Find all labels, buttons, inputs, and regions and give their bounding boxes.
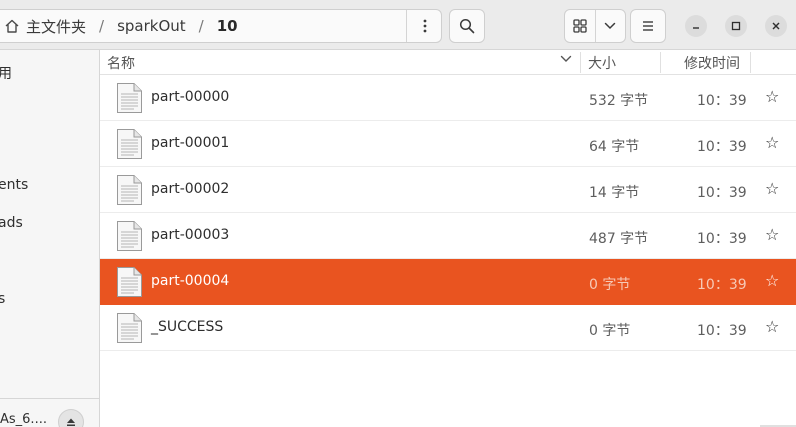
column-divider (660, 52, 661, 73)
minimize-button[interactable] (685, 15, 707, 37)
file-size: 64 字节 (589, 139, 640, 155)
view-toggle-group (564, 9, 626, 43)
breadcrumb-separator: / (198, 17, 204, 35)
text-file-icon (117, 175, 142, 205)
breadcrumb-item-sparkout[interactable]: sparkOut (117, 17, 186, 35)
sidebar-item-documents[interactable]: ents (0, 177, 28, 193)
home-icon (5, 19, 19, 33)
file-name: part-00004 (151, 273, 230, 289)
file-modified: 10：39 (697, 323, 747, 339)
view-options-button[interactable] (594, 10, 625, 42)
file-row[interactable]: part-00003 487 字节 10：39 ☆ (100, 213, 796, 259)
sidebar-item-downloads[interactable]: ads (0, 215, 23, 231)
header-bar: 主文件夹 / sparkOut / 10 (0, 0, 796, 50)
file-size: 0 字节 (589, 277, 631, 293)
star-icon[interactable]: ☆ (765, 317, 779, 336)
column-name[interactable]: 名称 (107, 53, 135, 73)
breadcrumb: 主文件夹 / sparkOut / 10 (0, 10, 406, 42)
grid-view-icon (573, 19, 587, 33)
file-name: part-00002 (151, 181, 230, 197)
close-button[interactable] (765, 15, 787, 37)
file-row[interactable]: part-00000 532 字节 10：39 ☆ (100, 75, 796, 121)
search-button[interactable] (449, 9, 485, 43)
breadcrumb-separator: / (99, 17, 105, 35)
column-modified[interactable]: 修改时间 (684, 53, 740, 73)
search-icon (459, 18, 475, 34)
path-menu-button[interactable] (406, 10, 442, 42)
breadcrumb-home[interactable]: 主文件夹 (0, 16, 86, 37)
text-file-icon (117, 313, 142, 343)
text-file-icon (117, 129, 142, 159)
file-row[interactable]: part-00001 64 字节 10：39 ☆ (100, 121, 796, 167)
file-size: 487 字节 (589, 231, 649, 247)
column-size[interactable]: 大小 (588, 53, 616, 73)
star-icon[interactable]: ☆ (765, 271, 779, 290)
file-name: part-00003 (151, 227, 230, 243)
star-icon[interactable]: ☆ (765, 133, 779, 152)
path-bar: 主文件夹 / sparkOut / 10 (0, 9, 442, 43)
star-icon[interactable]: ☆ (765, 87, 779, 106)
hamburger-menu-icon (643, 21, 653, 31)
breadcrumb-home-label: 主文件夹 (26, 17, 87, 36)
eject-button[interactable] (58, 409, 84, 427)
eject-icon (67, 418, 75, 426)
text-file-icon (117, 221, 142, 251)
column-divider (580, 52, 581, 73)
text-file-icon (117, 267, 142, 297)
column-divider (750, 52, 751, 73)
file-name: part-00001 (151, 135, 230, 151)
chevron-down-icon (605, 22, 616, 30)
sidebar-item-videos[interactable]: s (0, 291, 5, 307)
file-row[interactable]: _SUCCESS 0 字节 10：39 ☆ (100, 305, 796, 351)
star-icon[interactable]: ☆ (765, 225, 779, 244)
minimize-icon (693, 27, 699, 29)
file-row[interactable]: part-00002 14 字节 10：39 ☆ (100, 167, 796, 213)
file-modified: 10：39 (697, 185, 747, 201)
file-name: _SUCCESS (151, 319, 224, 335)
file-size: 14 字节 (589, 185, 640, 201)
grid-view-button[interactable] (565, 10, 595, 42)
file-list: part-00000 532 字节 10：39 ☆ part-00001 64 … (100, 75, 796, 427)
file-size: 0 字节 (589, 323, 631, 339)
column-header: 名称 大小 修改时间 (100, 50, 796, 75)
kebab-menu-icon (423, 19, 426, 33)
sidebar: 用 ents ads s As_6.... (0, 50, 100, 427)
close-icon (772, 22, 780, 30)
sidebar-device: As_6.... (0, 398, 99, 427)
file-row-selected[interactable]: part-00004 0 字节 10：39 ☆ (100, 259, 796, 305)
file-name: part-00000 (151, 89, 230, 105)
sidebar-item-recent[interactable]: 用 (0, 63, 12, 83)
text-file-icon (117, 83, 142, 113)
sort-chevron-down-icon[interactable] (560, 55, 572, 63)
file-modified: 10：39 (697, 231, 747, 247)
breadcrumb-item-current[interactable]: 10 (217, 17, 238, 35)
sidebar-device-label[interactable]: As_6.... (0, 412, 47, 427)
main-menu-button[interactable] (630, 9, 666, 43)
file-modified: 10：39 (697, 93, 747, 109)
maximize-button[interactable] (725, 15, 747, 37)
file-size: 532 字节 (589, 93, 649, 109)
file-modified: 10：39 (697, 139, 747, 155)
maximize-icon (731, 21, 741, 31)
file-modified: 10：39 (697, 277, 747, 293)
star-icon[interactable]: ☆ (765, 179, 779, 198)
